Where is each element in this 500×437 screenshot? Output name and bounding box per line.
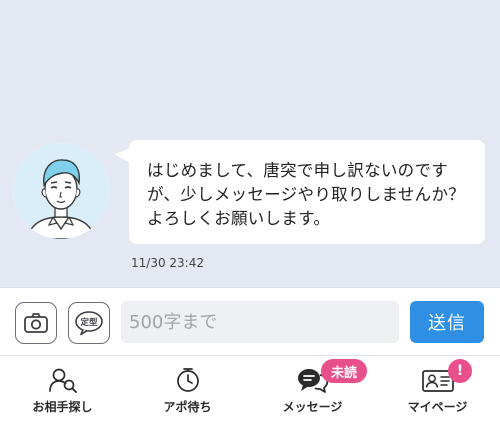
unread-badge: 未読 xyxy=(321,359,367,383)
clock-icon xyxy=(176,368,199,392)
message-timestamp: 11/30 23:42 xyxy=(131,256,204,270)
tab-appointment-wait[interactable]: アポ待ち xyxy=(125,356,250,437)
chat-area[interactable]: はじめまして、唐突で申し訳ないのです が、少しメッセージやり取りしませんか？ よ… xyxy=(0,0,500,287)
person-search-icon xyxy=(48,368,77,393)
user-avatar-illustration xyxy=(13,143,109,239)
tab-label-partner-search: お相手探し xyxy=(32,400,93,414)
tab-partner-search[interactable]: お相手探し xyxy=(0,356,125,437)
camera-button[interactable] xyxy=(15,302,57,344)
tab-label-appointment-wait: アポ待ち xyxy=(163,400,212,414)
tab-label-messages: メッセージ xyxy=(282,400,343,414)
message-bubble[interactable]: はじめまして、唐突で申し訳ないのです が、少しメッセージやり取りしませんか？ よ… xyxy=(129,140,485,244)
template-label: 定型 xyxy=(79,317,98,328)
template-button[interactable]: 定型 xyxy=(68,302,110,344)
camera-icon xyxy=(24,313,48,333)
message-input[interactable] xyxy=(121,301,399,343)
template-speech-icon: 定型 xyxy=(75,311,103,336)
alert-badge: ! xyxy=(448,359,472,383)
avatar[interactable] xyxy=(13,143,109,239)
tab-my-page[interactable]: マイページ xyxy=(375,356,500,437)
send-button[interactable]: 送信 xyxy=(410,301,484,343)
bottom-tab-bar: お相手探し アポ待ち メッセージ マイページ xyxy=(0,355,500,437)
message-input-bar: 定型 送信 xyxy=(0,287,500,355)
message-text: はじめまして、唐突で申し訳ないのです が、少しメッセージやり取りしませんか？ よ… xyxy=(147,161,466,228)
tab-label-my-page: マイページ xyxy=(407,400,468,414)
